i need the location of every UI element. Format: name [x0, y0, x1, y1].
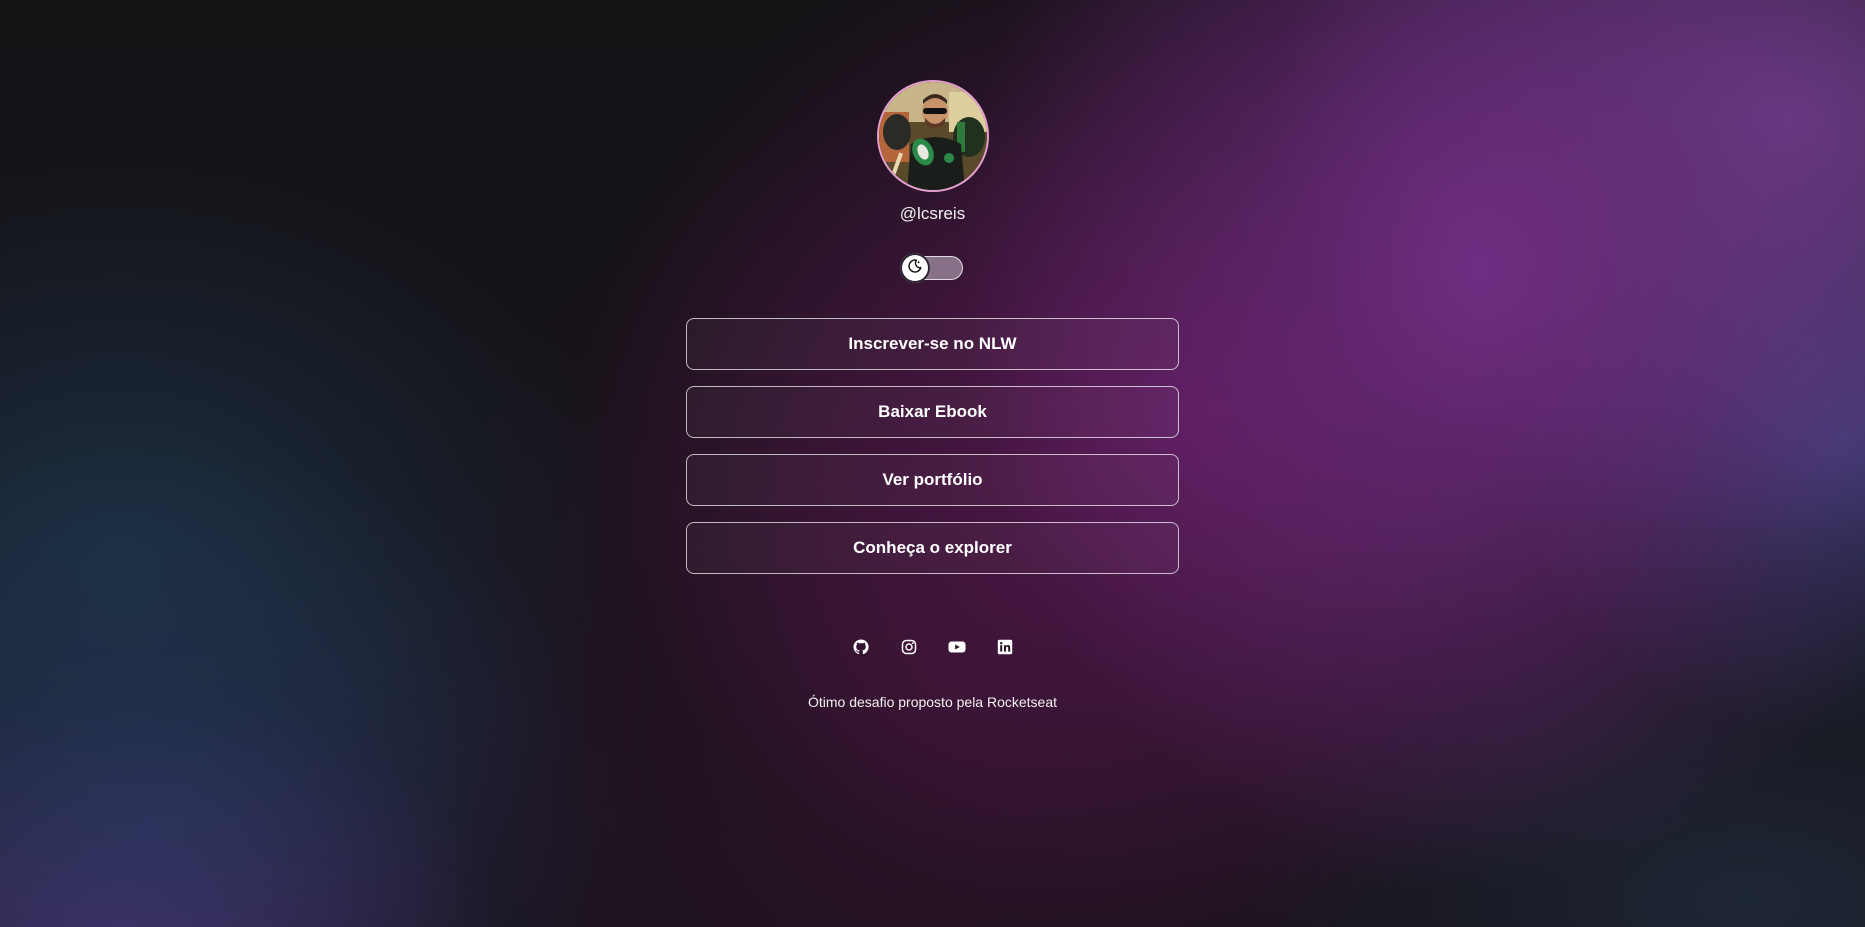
- github-icon[interactable]: [849, 635, 873, 659]
- youtube-icon[interactable]: [945, 635, 969, 659]
- username: @lcsreis: [899, 204, 966, 223]
- profile-section: @lcsreis: [0, 80, 1865, 224]
- linkedin-icon[interactable]: [993, 635, 1017, 659]
- link-label: Inscrever-se no NLW: [848, 334, 1017, 353]
- link-button-portfolio[interactable]: Ver portfólio: [686, 454, 1179, 506]
- avatar: [876, 80, 989, 192]
- link-button-ebook[interactable]: Baixar Ebook: [686, 386, 1179, 438]
- social-links: [0, 635, 1865, 659]
- link-label: Conheça o explorer: [853, 538, 1012, 557]
- instagram-icon[interactable]: [897, 635, 921, 659]
- page-container: @lcsreis Inscrever-se no NLW Baixar Eboo…: [0, 0, 1865, 927]
- link-button-explorer[interactable]: Conheça o explorer: [686, 522, 1179, 574]
- link-label: Baixar Ebook: [878, 402, 987, 421]
- avatar-photo: [878, 82, 987, 190]
- switch-knob[interactable]: [900, 253, 930, 283]
- link-button-nlw[interactable]: Inscrever-se no NLW: [686, 318, 1179, 370]
- links-list: Inscrever-se no NLW Baixar Ebook Ver por…: [686, 318, 1179, 590]
- theme-toggle-switch[interactable]: [898, 253, 965, 283]
- link-label: Ver portfólio: [882, 470, 983, 489]
- moon-icon: [907, 258, 923, 279]
- footer-text: Ótimo desafio proposto pela Rocketseat: [807, 694, 1058, 710]
